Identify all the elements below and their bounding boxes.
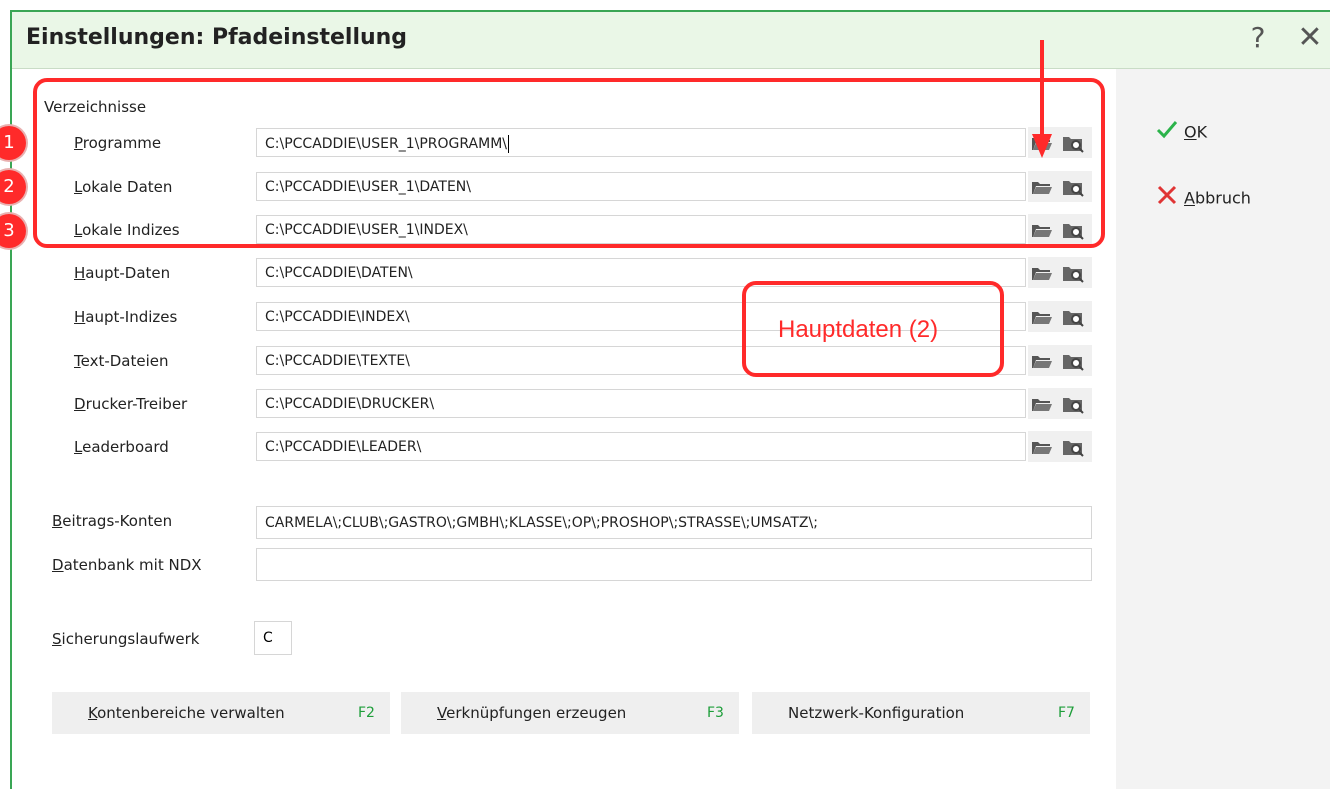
cancel-label: bbruch <box>1194 188 1251 208</box>
netzwerk-button[interactable]: Netzwerk-Konfiguration F7 <box>752 692 1090 734</box>
beitrags-konten-label: Beitrags-Konten <box>52 512 173 530</box>
folder-open-icon[interactable] <box>1032 440 1052 454</box>
ok-label: K <box>1196 122 1208 142</box>
x-icon <box>1156 185 1180 211</box>
check-icon <box>1156 119 1180 145</box>
path-label: Haupt-Daten <box>74 264 171 282</box>
shortcut-key: F3 <box>707 705 724 721</box>
folder-search-icon[interactable] <box>1062 437 1086 457</box>
window-title: Einstellungen: Pfadeinstellung <box>26 25 408 50</box>
path-input[interactable]: C:\PCCADDIE\LEADER\ <box>256 432 1026 461</box>
path-label: Leaderboard <box>74 438 169 456</box>
ok-button[interactable]: OK <box>1156 119 1207 145</box>
folder-search-icon[interactable] <box>1062 394 1086 414</box>
folder-search-icon[interactable] <box>1062 263 1086 283</box>
title-bar: Einstellungen: Pfadeinstellung ? ✕ <box>12 12 1330 69</box>
browse-buttons <box>1028 345 1092 376</box>
cancel-button[interactable]: Abbruch <box>1156 185 1251 211</box>
folder-search-icon[interactable] <box>1062 351 1086 371</box>
highlight-box <box>33 78 1105 248</box>
browse-buttons <box>1028 388 1092 419</box>
close-button[interactable]: ✕ <box>1292 18 1328 58</box>
browse-buttons <box>1028 301 1092 332</box>
path-label: Text-Dateien <box>74 352 169 370</box>
help-button[interactable]: ? <box>1240 18 1276 58</box>
folder-search-icon[interactable] <box>1062 307 1086 327</box>
shortcut-key: F7 <box>1058 705 1075 721</box>
beitrags-konten-field[interactable]: CARMELA\;CLUB\;GASTRO\;GMBH\;KLASSE\;OP\… <box>256 506 1092 539</box>
cancel-label-accel: A <box>1184 188 1195 208</box>
kontenbereiche-button[interactable]: Kontenbereiche verwalten F2 <box>52 692 390 734</box>
path-input[interactable]: C:\PCCADDIE\DRUCKER\ <box>256 389 1026 418</box>
sicherungslaufwerk-label: Sicherungslaufwerk <box>52 630 200 648</box>
verknuepfungen-button[interactable]: Verknüpfungen erzeugen F3 <box>401 692 739 734</box>
datenbank-ndx-label: Datenbank mit NDX <box>52 556 202 574</box>
shortcut-key: F2 <box>358 705 375 721</box>
arrow-down-icon <box>1032 40 1052 158</box>
ok-label-accel: O <box>1184 122 1197 142</box>
browse-buttons <box>1028 257 1092 288</box>
folder-open-icon[interactable] <box>1032 397 1052 411</box>
browse-buttons <box>1028 431 1092 462</box>
datenbank-ndx-field[interactable] <box>256 548 1092 581</box>
action-panel: OK Abbruch <box>1116 69 1330 789</box>
folder-open-icon[interactable] <box>1032 266 1052 280</box>
path-label: Haupt-Indizes <box>74 308 178 326</box>
path-label: Drucker-Treiber <box>74 395 188 413</box>
folder-open-icon[interactable] <box>1032 354 1052 368</box>
folder-open-icon[interactable] <box>1032 310 1052 324</box>
sicherungslaufwerk-field[interactable]: C <box>254 621 292 655</box>
callout-text: Hauptdaten (2) <box>778 316 939 343</box>
